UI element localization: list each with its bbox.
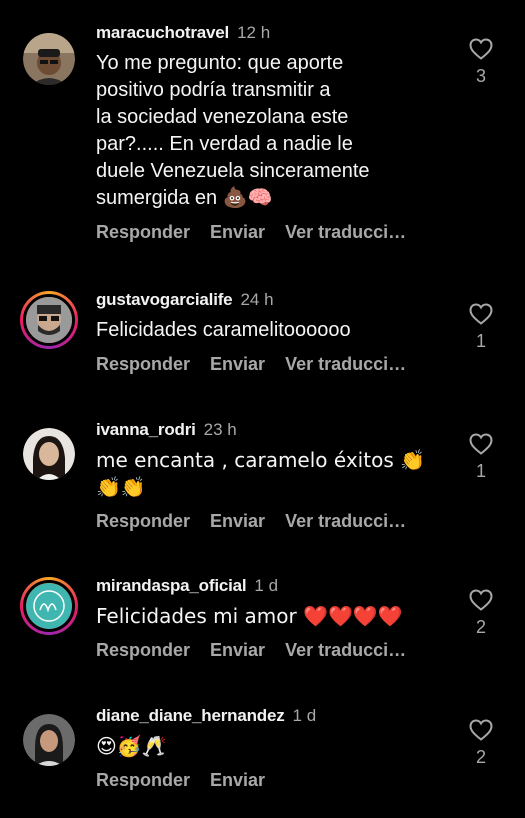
like-count: 2 — [475, 617, 486, 637]
timestamp: 23 h — [203, 420, 237, 439]
avatar[interactable] — [20, 30, 78, 88]
timestamp: 12 h — [237, 23, 271, 42]
comment-text: me encanta , caramelo éxitos 👏 👏👏 — [96, 448, 425, 499]
avatar[interactable] — [20, 291, 78, 349]
comment-actions: Responder Enviar — [96, 770, 456, 791]
avatar-image — [23, 714, 75, 766]
timestamp: 1 d — [254, 576, 279, 595]
like-count: 3 — [475, 66, 486, 86]
heart-outline-icon[interactable] — [469, 38, 493, 60]
like-control[interactable]: 2 — [466, 589, 496, 638]
comment-text: Yo me pregunto: que aporte positivo podr… — [96, 52, 370, 209]
username[interactable]: gustavogarcialife — [96, 290, 233, 309]
heart-outline-icon[interactable] — [469, 589, 493, 611]
see-translation-button[interactable]: Ver traducci… — [285, 354, 406, 374]
avatar-image — [23, 428, 75, 480]
send-button[interactable]: Enviar — [210, 511, 265, 531]
reply-button[interactable]: Responder — [96, 511, 190, 531]
comment-text: 😍🥳🥂 — [96, 734, 167, 758]
avatar-image — [26, 583, 72, 629]
heart-outline-icon[interactable] — [469, 719, 493, 741]
heart-outline-icon[interactable] — [469, 433, 493, 455]
like-control[interactable]: 1 — [466, 433, 496, 482]
like-control[interactable]: 3 — [466, 38, 496, 87]
reply-button[interactable]: Responder — [96, 222, 190, 242]
avatar[interactable] — [20, 711, 78, 769]
comment-text: Felicidades caramelitoooooo — [96, 319, 351, 341]
reply-button[interactable]: Responder — [96, 770, 190, 790]
like-count: 1 — [475, 331, 486, 351]
username[interactable]: maracuchotravel — [96, 23, 229, 42]
like-control[interactable]: 2 — [466, 719, 496, 768]
avatar-image — [23, 33, 75, 85]
comment-actions: Responder Enviar Ver traducci… — [96, 511, 456, 532]
see-translation-button[interactable]: Ver traducci… — [285, 511, 406, 531]
see-translation-button[interactable]: Ver traducci… — [285, 640, 406, 660]
timestamp: 1 d — [292, 706, 317, 725]
send-button[interactable]: Enviar — [210, 354, 265, 374]
heart-outline-icon[interactable] — [469, 303, 493, 325]
like-count: 2 — [475, 747, 486, 767]
username[interactable]: diane_diane_hernandez — [96, 706, 285, 725]
comment-text: Felicidades mi amor ❤️❤️❤️❤️ — [96, 604, 403, 628]
reply-button[interactable]: Responder — [96, 354, 190, 374]
comment-actions: Responder Enviar Ver traducci… — [96, 354, 456, 375]
like-control[interactable]: 1 — [466, 303, 496, 352]
username[interactable]: ivanna_rodri — [96, 420, 196, 439]
send-button[interactable]: Enviar — [210, 640, 265, 660]
reply-button[interactable]: Responder — [96, 640, 190, 660]
avatar[interactable] — [20, 577, 78, 635]
timestamp: 24 h — [240, 290, 274, 309]
like-count: 1 — [475, 461, 486, 481]
send-button[interactable]: Enviar — [210, 222, 265, 242]
username[interactable]: mirandaspa_oficial — [96, 576, 247, 595]
comment-actions: Responder Enviar Ver traducci… — [96, 640, 456, 661]
avatar[interactable] — [20, 425, 78, 483]
comment-actions: Responder Enviar Ver traducci… — [96, 222, 456, 243]
avatar-image — [26, 297, 72, 343]
send-button[interactable]: Enviar — [210, 770, 265, 790]
see-translation-button[interactable]: Ver traducci… — [285, 222, 406, 242]
